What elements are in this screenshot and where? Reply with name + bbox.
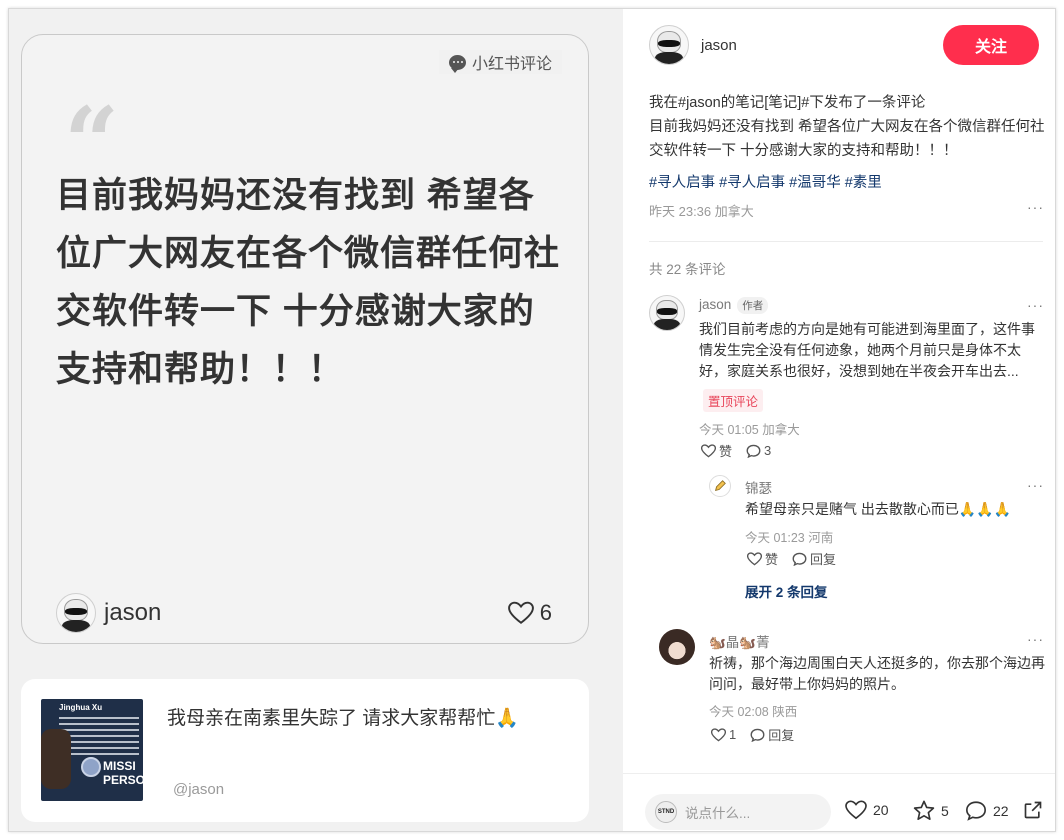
comment-count-value: 22 bbox=[993, 802, 1009, 819]
divider bbox=[649, 241, 1043, 242]
comments-panel: jason 关注 我在#jason的笔记[笔记]#下发布了一条评论 目前我妈妈还… bbox=[623, 9, 1055, 831]
more-options-icon[interactable]: ··· bbox=[1027, 631, 1044, 647]
reply-button[interactable]: 回复 bbox=[792, 549, 836, 568]
engagement-bar: STND 说点什么... 20 5 22 bbox=[623, 773, 1055, 831]
comment-meta: 今天 01:05 加拿大 bbox=[699, 423, 800, 437]
share-icon bbox=[1024, 801, 1042, 819]
heart-icon bbox=[845, 800, 867, 820]
card-comment-text: 目前我妈妈还没有找到 希望各位广大网友在各个微信群任何社交软件转一下 十分感谢大… bbox=[56, 176, 561, 389]
comment-meta: 今天 01:23 河南 bbox=[745, 531, 834, 545]
collect-button[interactable]: 5 bbox=[913, 800, 949, 821]
thumb-missing-text: MISSI PERSO bbox=[103, 759, 143, 787]
comment-actions: 赞 3 bbox=[701, 441, 771, 460]
note-tags: #寻人启事 #寻人启事 #温哥华 #素里 bbox=[649, 171, 882, 192]
heart-icon bbox=[507, 601, 534, 624]
comment-text: 我们目前考虑的方向是她有可能进到海里面了，这件事情发生完全没有任何迹象，她两个月… bbox=[699, 321, 1035, 379]
screenshot-frame: 小红书评论 “ 目前我妈妈还没有找到 希望各位广大网友在各个微信群任何社交软件转… bbox=[8, 8, 1056, 832]
author-name[interactable]: jason bbox=[701, 37, 737, 54]
post-thumbnail: Jinghua Xu MISSI PERSO bbox=[41, 699, 143, 801]
like-button[interactable]: 赞 bbox=[701, 441, 732, 460]
author-badge: 作者 bbox=[737, 297, 769, 314]
heart-icon bbox=[711, 727, 726, 741]
comment-actions: 赞 回复 bbox=[747, 549, 836, 568]
reply-label: 回复 bbox=[768, 728, 795, 743]
thumb-name: Jinghua Xu bbox=[59, 703, 103, 712]
star-icon bbox=[913, 800, 935, 820]
comment-author-name[interactable]: 🐿️晶🐿️菁 bbox=[709, 631, 770, 651]
comment-count: 共 22 条评论 bbox=[649, 262, 726, 277]
like-button[interactable]: 1 bbox=[711, 727, 736, 742]
note-meta: 昨天 23:36 加拿大 bbox=[649, 204, 754, 219]
avatar[interactable] bbox=[649, 25, 689, 65]
reply-button[interactable]: 回复 bbox=[750, 725, 794, 744]
share-button[interactable] bbox=[1023, 800, 1043, 820]
card-like-count: 6 bbox=[507, 600, 552, 626]
follow-button[interactable]: 关注 bbox=[943, 25, 1039, 65]
note-image-panel: 小红书评论 “ 目前我妈妈还没有找到 希望各位广大网友在各个微信群任何社交软件转… bbox=[9, 9, 623, 831]
avatar[interactable] bbox=[649, 295, 685, 331]
like-button[interactable]: 20 bbox=[845, 800, 889, 820]
comment-input[interactable]: STND 说点什么... bbox=[645, 794, 831, 830]
reply-count: 3 bbox=[764, 443, 772, 458]
comment-icon bbox=[750, 728, 765, 742]
comment-icon bbox=[792, 552, 807, 566]
tag-link[interactable]: #寻人启事 bbox=[719, 171, 785, 192]
comment-meta: 今天 02:08 陕西 bbox=[709, 705, 798, 719]
comment-icon bbox=[966, 801, 986, 821]
tag-link[interactable]: #温哥华 bbox=[789, 171, 841, 192]
comment-author-name[interactable]: 锦瑟 bbox=[745, 477, 772, 497]
note-description: 我在#jason的笔记[笔记]#下发布了一条评论 目前我妈妈还没有找到 希望各位… bbox=[649, 91, 1045, 163]
comment-icon bbox=[746, 444, 761, 458]
card-username: jason bbox=[104, 599, 162, 626]
collect-count: 5 bbox=[941, 802, 949, 819]
card-like-value: 6 bbox=[539, 600, 552, 625]
expand-replies-link[interactable]: 展开 2 条回复 bbox=[745, 581, 828, 601]
reply-label: 回复 bbox=[810, 552, 837, 567]
avatar bbox=[56, 593, 96, 633]
comment-text: 祈祷，那个海边周围白天人还挺多的，你去那个海边再问问，最好带上你妈妈的照片。 bbox=[709, 655, 1045, 692]
comment-card: 小红书评论 “ 目前我妈妈还没有找到 希望各位广大网友在各个微信群任何社交软件转… bbox=[21, 34, 589, 644]
note-line-2: 目前我妈妈还没有找到 希望各位广大网友在各个微信群任何社交软件转一下 十分感谢大… bbox=[649, 119, 1045, 159]
like-button[interactable]: 赞 bbox=[747, 549, 778, 568]
comment-actions: 1 回复 bbox=[711, 725, 794, 744]
like-count: 20 bbox=[873, 802, 889, 818]
comment-button[interactable]: 22 bbox=[965, 800, 1009, 821]
comment-input-placeholder: 说点什么... bbox=[685, 806, 751, 821]
like-label: 赞 bbox=[719, 444, 733, 459]
post-title: 我母亲在南素里失踪了 请求大家帮帮忙🙏 bbox=[167, 708, 519, 729]
more-options-icon[interactable]: ··· bbox=[1027, 297, 1044, 313]
card-source-tag: 小红书评论 bbox=[439, 50, 563, 74]
comment-bubble-icon bbox=[449, 54, 466, 73]
heart-icon bbox=[747, 551, 762, 565]
avatar[interactable] bbox=[659, 629, 695, 665]
police-badge-icon bbox=[81, 757, 101, 777]
comment-author-name[interactable]: jason bbox=[699, 297, 731, 312]
card-source-label: 小红书评论 bbox=[472, 56, 553, 73]
more-options-icon[interactable]: ··· bbox=[1027, 477, 1044, 493]
comment-author[interactable]: jason 作者 bbox=[699, 297, 769, 314]
heart-icon bbox=[701, 443, 716, 457]
pencil-icon bbox=[715, 480, 726, 491]
pinned-badge: 置顶评论 bbox=[703, 389, 764, 412]
avatar[interactable] bbox=[709, 475, 731, 497]
avatar: STND bbox=[655, 801, 677, 823]
post-handle: @jason bbox=[173, 781, 225, 798]
more-options-icon[interactable]: ··· bbox=[1027, 199, 1044, 215]
like-label: 赞 bbox=[765, 552, 779, 567]
card-user: jason bbox=[56, 593, 161, 633]
reply-button[interactable]: 3 bbox=[746, 443, 771, 458]
tag-link[interactable]: #寻人启事 bbox=[649, 171, 715, 192]
linked-post-card[interactable]: Jinghua Xu MISSI PERSO 我母亲在南素里失踪了 请求大家帮帮… bbox=[21, 679, 589, 822]
note-line-1: 我在#jason的笔记[笔记]#下发布了一条评论 bbox=[649, 95, 926, 111]
comment-text: 希望母亲只是赌气 出去散散心而已🙏🙏🙏 bbox=[745, 501, 1012, 517]
tag-link[interactable]: #素里 bbox=[845, 171, 882, 192]
like-count: 1 bbox=[729, 727, 737, 742]
